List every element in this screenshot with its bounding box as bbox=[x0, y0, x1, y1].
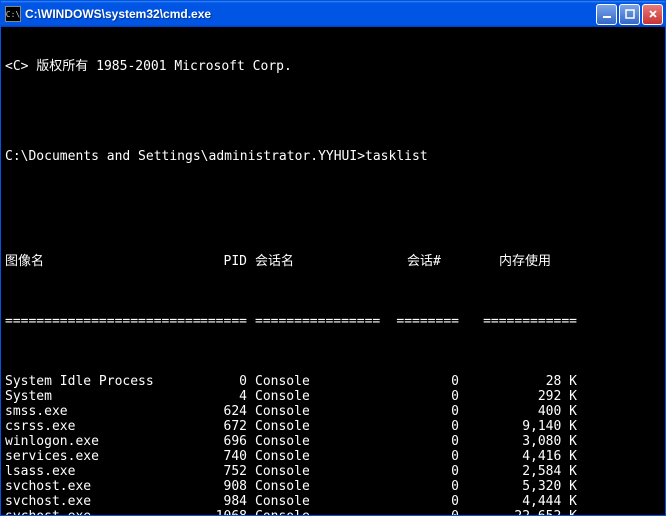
proc-pid: 740 bbox=[177, 449, 247, 464]
proc-session-num: 0 bbox=[377, 494, 459, 509]
proc-session: Console bbox=[247, 434, 377, 449]
proc-session-num: 0 bbox=[377, 509, 459, 515]
proc-pid: 1068 bbox=[177, 509, 247, 515]
cmd-icon: C:\ bbox=[5, 6, 21, 22]
table-header: 图像名 PID 会话名 会话# 内存使用 bbox=[5, 254, 661, 269]
proc-name: lsass.exe bbox=[5, 464, 177, 479]
proc-mem: 3,080 K bbox=[459, 434, 577, 449]
header-mem: 内存使用 bbox=[459, 254, 577, 269]
proc-session: Console bbox=[247, 509, 377, 515]
proc-session-num: 0 bbox=[377, 479, 459, 494]
table-row: svchost.exe1068Console022,652 K bbox=[5, 509, 661, 515]
minimize-button[interactable] bbox=[596, 4, 617, 25]
proc-pid: 752 bbox=[177, 464, 247, 479]
proc-session: Console bbox=[247, 494, 377, 509]
proc-session-num: 0 bbox=[377, 464, 459, 479]
proc-pid: 984 bbox=[177, 494, 247, 509]
cmd-window: C:\ C:\WINDOWS\system32\cmd.exe <C> 版权所有… bbox=[0, 0, 666, 516]
close-icon bbox=[648, 9, 658, 19]
copyright-line: <C> 版权所有 1985-2001 Microsoft Corp. bbox=[5, 59, 661, 74]
proc-mem: 4,444 K bbox=[459, 494, 577, 509]
proc-mem: 400 K bbox=[459, 404, 577, 419]
proc-name: csrss.exe bbox=[5, 419, 177, 434]
proc-mem: 2,584 K bbox=[459, 464, 577, 479]
proc-session-num: 0 bbox=[377, 419, 459, 434]
proc-session-num: 0 bbox=[377, 449, 459, 464]
header-session: 会话名 bbox=[247, 254, 377, 269]
table-row: svchost.exe908Console05,320 K bbox=[5, 479, 661, 494]
proc-name: smss.exe bbox=[5, 404, 177, 419]
table-separator: ========================= ====== =======… bbox=[5, 314, 661, 329]
titlebar[interactable]: C:\ C:\WINDOWS\system32\cmd.exe bbox=[1, 1, 665, 27]
proc-name: svchost.exe bbox=[5, 494, 177, 509]
proc-pid: 624 bbox=[177, 404, 247, 419]
proc-session-num: 0 bbox=[377, 434, 459, 449]
proc-session: Console bbox=[247, 404, 377, 419]
proc-name: winlogon.exe bbox=[5, 434, 177, 449]
close-button[interactable] bbox=[642, 4, 663, 25]
proc-session: Console bbox=[247, 374, 377, 389]
proc-session: Console bbox=[247, 389, 377, 404]
proc-session: Console bbox=[247, 464, 377, 479]
proc-session: Console bbox=[247, 419, 377, 434]
table-row: smss.exe624Console0400 K bbox=[5, 404, 661, 419]
proc-name: System Idle Process bbox=[5, 374, 177, 389]
proc-mem: 292 K bbox=[459, 389, 577, 404]
proc-pid: 4 bbox=[177, 389, 247, 404]
proc-session-num: 0 bbox=[377, 389, 459, 404]
proc-mem: 5,320 K bbox=[459, 479, 577, 494]
header-name: 图像名 bbox=[5, 254, 177, 269]
table-row: services.exe740Console04,416 K bbox=[5, 449, 661, 464]
proc-session: Console bbox=[247, 449, 377, 464]
proc-pid: 696 bbox=[177, 434, 247, 449]
proc-pid: 908 bbox=[177, 479, 247, 494]
proc-session: Console bbox=[247, 479, 377, 494]
window-buttons bbox=[596, 4, 663, 25]
proc-name: svchost.exe bbox=[5, 509, 177, 515]
blank-line bbox=[5, 104, 661, 119]
table-row: csrss.exe672Console09,140 K bbox=[5, 419, 661, 434]
proc-session-num: 0 bbox=[377, 404, 459, 419]
table-row: System Idle Process0Console028 K bbox=[5, 374, 661, 389]
header-session-num: 会话# bbox=[377, 254, 459, 269]
prompt-text: C:\Documents and Settings\administrator.… bbox=[5, 149, 365, 164]
proc-mem: 28 K bbox=[459, 374, 577, 389]
proc-session-num: 0 bbox=[377, 374, 459, 389]
proc-pid: 0 bbox=[177, 374, 247, 389]
table-row: winlogon.exe696Console03,080 K bbox=[5, 434, 661, 449]
proc-name: svchost.exe bbox=[5, 479, 177, 494]
proc-mem: 9,140 K bbox=[459, 419, 577, 434]
prompt-line: C:\Documents and Settings\administrator.… bbox=[5, 149, 661, 164]
blank-line bbox=[5, 194, 661, 209]
window-title: C:\WINDOWS\system32\cmd.exe bbox=[25, 7, 596, 21]
table-row: lsass.exe752Console02,584 K bbox=[5, 464, 661, 479]
table-row: System4Console0292 K bbox=[5, 389, 661, 404]
console-area[interactable]: <C> 版权所有 1985-2001 Microsoft Corp. C:\Do… bbox=[1, 27, 665, 515]
proc-mem: 22,652 K bbox=[459, 509, 577, 515]
header-pid: PID bbox=[177, 254, 247, 269]
proc-name: services.exe bbox=[5, 449, 177, 464]
proc-mem: 4,416 K bbox=[459, 449, 577, 464]
table-row: svchost.exe984Console04,444 K bbox=[5, 494, 661, 509]
maximize-icon bbox=[625, 9, 635, 19]
process-rows: System Idle Process0Console028 KSystem4C… bbox=[5, 374, 661, 515]
maximize-button[interactable] bbox=[619, 4, 640, 25]
minimize-icon bbox=[602, 9, 612, 19]
command-text: tasklist bbox=[365, 149, 428, 164]
proc-pid: 672 bbox=[177, 419, 247, 434]
proc-name: System bbox=[5, 389, 177, 404]
